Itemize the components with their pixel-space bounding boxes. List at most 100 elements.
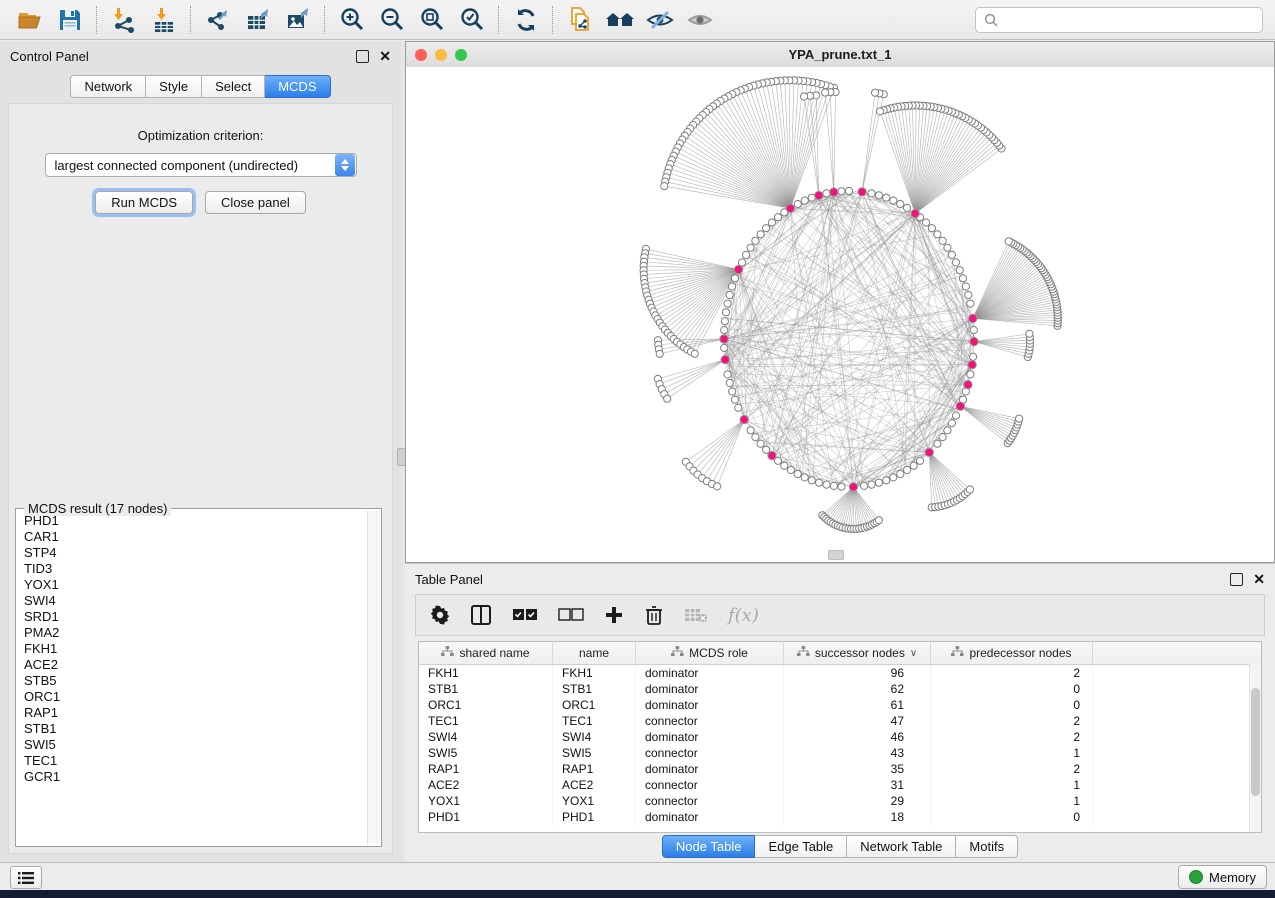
close-panel-icon[interactable]: ✕ (379, 51, 391, 62)
zoom-in-button[interactable] (332, 3, 372, 37)
deselect-all-columns-icon[interactable] (558, 607, 584, 623)
show-panels-button[interactable] (10, 866, 42, 889)
import-network-button[interactable] (104, 3, 144, 37)
close-panel-button[interactable]: Close panel (205, 191, 306, 214)
select-all-columns-icon[interactable] (512, 607, 538, 623)
shared-column-icon (797, 646, 810, 660)
memory-button[interactable]: Memory (1178, 865, 1267, 889)
search-field[interactable] (975, 7, 1263, 33)
mcds-result-item[interactable]: SRD1 (18, 609, 367, 625)
zoom-out-icon (378, 6, 406, 34)
search-input[interactable] (999, 12, 1262, 29)
criterion-dropdown[interactable]: largest connected component (undirected) (45, 153, 357, 177)
mcds-result-item[interactable]: ORC1 (18, 689, 367, 705)
refresh-icon (512, 6, 540, 34)
tab-motifs[interactable]: Motifs (956, 835, 1018, 858)
horizontal-splitter-grip[interactable] (828, 550, 844, 560)
table-row[interactable]: SWI4SWI4dominator462 (419, 729, 1261, 745)
zoom-fit-icon (418, 6, 446, 34)
table-cell: 31 (784, 777, 931, 793)
tab-network-table[interactable]: Network Table (847, 835, 956, 858)
table-row[interactable]: YOX1YOX1connector291 (419, 793, 1261, 809)
network-window-titlebar[interactable]: YPA_prune.txt_1 (406, 42, 1274, 68)
mcds-result-item[interactable]: RAP1 (18, 705, 367, 721)
mcds-result-item[interactable]: PHD1 (18, 513, 367, 529)
float-panel-icon[interactable] (1230, 573, 1243, 586)
table-scrollbar-thumb[interactable] (1251, 688, 1260, 796)
tab-network[interactable]: Network (70, 75, 146, 98)
table-cell: 2 (931, 665, 1093, 681)
table-row[interactable]: ORC1ORC1dominator610 (419, 697, 1261, 713)
tab-mcds[interactable]: MCDS (265, 75, 330, 98)
column-header-shared-name[interactable]: shared name (419, 642, 553, 664)
mcds-result-item[interactable]: GCR1 (18, 769, 367, 785)
refresh-button[interactable] (506, 3, 546, 37)
column-label: predecessor nodes (969, 646, 1071, 660)
mcds-result-item[interactable]: CAR1 (18, 529, 367, 545)
table-cell: connector (636, 777, 784, 793)
table-cell: SWI4 (553, 729, 636, 745)
table-row[interactable]: STB1STB1dominator620 (419, 681, 1261, 697)
tab-style[interactable]: Style (146, 75, 202, 98)
hide-selected-button[interactable] (640, 3, 680, 37)
mcds-result-item[interactable]: ACE2 (18, 657, 367, 673)
mcds-result-item[interactable]: PMA2 (18, 625, 367, 641)
tab-edge-table[interactable]: Edge Table (755, 835, 847, 858)
mcds-result-item[interactable]: FKH1 (18, 641, 367, 657)
toolbar-separator (96, 6, 98, 34)
mcds-result-item[interactable]: STB1 (18, 721, 367, 737)
mcds-result-list[interactable]: PHD1CAR1STP4TID3YOX1SWI4SRD1PMA2FKH1ACE2… (18, 513, 367, 844)
table-row[interactable]: SWI5SWI5connector431 (419, 745, 1261, 761)
export-table-button[interactable] (238, 3, 278, 37)
table-cell: connector (636, 745, 784, 761)
delete-column-icon[interactable] (644, 604, 664, 626)
tab-node-table[interactable]: Node Table (662, 835, 756, 858)
mcds-result-item[interactable]: TID3 (18, 561, 367, 577)
column-layout-icon[interactable] (470, 604, 492, 626)
import-table-icon (150, 6, 178, 34)
mcds-result-item[interactable]: YOX1 (18, 577, 367, 593)
export-network-button[interactable] (198, 3, 238, 37)
save-icon (57, 7, 83, 33)
column-label: successor nodes (815, 646, 905, 660)
mcds-result-item[interactable]: STB5 (18, 673, 367, 689)
table-row[interactable]: ACE2ACE2connector311 (419, 777, 1261, 793)
zoom-fit-button[interactable] (412, 3, 452, 37)
export-image-button[interactable] (278, 3, 318, 37)
table-row[interactable]: TEC1TEC1connector472 (419, 713, 1261, 729)
export-image-icon (284, 6, 312, 34)
table-cell: 0 (931, 809, 1093, 825)
mcds-result-item[interactable]: SWI5 (18, 737, 367, 753)
mcds-result-item[interactable]: TEC1 (18, 753, 367, 769)
table-row[interactable]: RAP1RAP1dominator352 (419, 761, 1261, 777)
table-cell: ORC1 (553, 697, 636, 713)
mcds-result-item[interactable]: STP4 (18, 545, 367, 561)
column-header-name[interactable]: name (553, 642, 636, 664)
column-header-MCDS-role[interactable]: MCDS role (636, 642, 784, 664)
table-row[interactable]: PHD1PHD1dominator180 (419, 809, 1261, 825)
import-table-button[interactable] (144, 3, 184, 37)
mcds-result-item[interactable]: SWI4 (18, 593, 367, 609)
open-file-button[interactable] (10, 3, 50, 37)
close-panel-icon[interactable]: ✕ (1253, 574, 1265, 585)
save-session-button[interactable] (50, 3, 90, 37)
table-scrollbar[interactable] (1249, 664, 1261, 832)
table-row[interactable]: FKH1FKH1dominator962 (419, 665, 1261, 681)
tab-select[interactable]: Select (202, 75, 265, 98)
first-neighbors-button[interactable] (600, 3, 640, 37)
column-header-successor-nodes[interactable]: successor nodes∨ (784, 642, 931, 664)
network-graph (406, 67, 1274, 561)
zoom-selected-button[interactable] (452, 3, 492, 37)
result-list-scrollbar[interactable] (367, 511, 380, 844)
column-header-predecessor-nodes[interactable]: predecessor nodes (931, 642, 1093, 664)
settings-gear-icon[interactable] (430, 605, 450, 625)
duplicate-network-button[interactable] (560, 3, 600, 37)
show-all-button[interactable] (680, 3, 720, 37)
zoom-out-button[interactable] (372, 3, 412, 37)
add-column-icon[interactable] (604, 605, 624, 625)
network-canvas[interactable] (406, 67, 1274, 562)
optimization-criterion-label: Optimization criterion: (9, 128, 392, 143)
float-panel-icon[interactable] (356, 50, 369, 63)
main-toolbar (0, 0, 1275, 40)
run-mcds-button[interactable]: Run MCDS (95, 191, 193, 214)
